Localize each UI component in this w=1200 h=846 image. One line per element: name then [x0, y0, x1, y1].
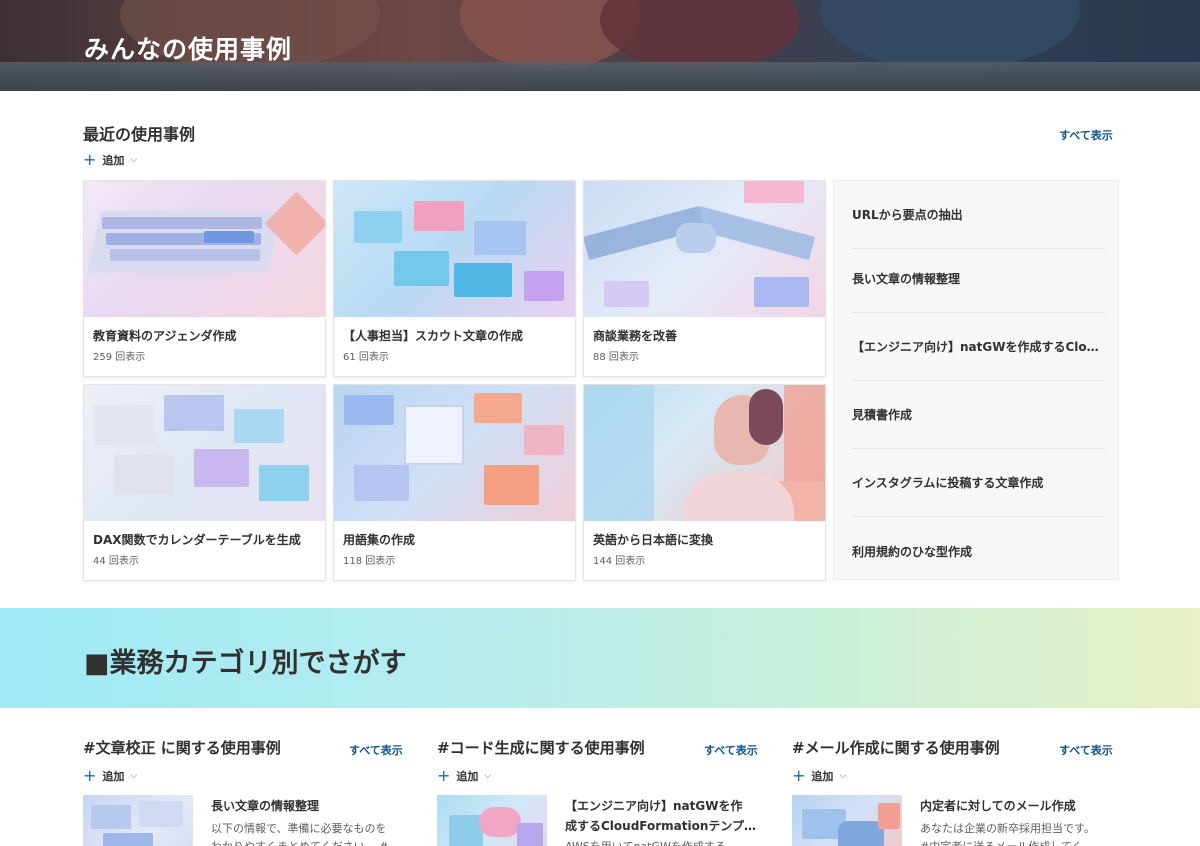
add-label: 追加 — [811, 770, 834, 783]
card-title: 用語集の作成 — [343, 533, 416, 547]
calendar-tiles-thumbnail — [84, 385, 325, 521]
chevron-down-icon: ⌵ — [130, 771, 138, 781]
glass-blocks-thumbnail — [334, 181, 575, 317]
recent-section-title: 最近の使用事例 — [83, 125, 196, 144]
card-views: 61 回表示 — [343, 352, 389, 363]
card-title: 教育資料のアジェンダ作成 — [93, 329, 237, 343]
usecase-thumbnail[interactable] — [437, 795, 547, 846]
category-title: #メール作成に関する使用事例 — [792, 739, 1000, 757]
category-add-button[interactable]: + 追加 ⌵ — [437, 768, 491, 784]
category-title: #文章校正 に関する使用事例 — [83, 739, 281, 757]
card-views: 144 回表示 — [593, 556, 646, 567]
usecase-title[interactable]: 長い文章の情報整理 — [211, 796, 411, 816]
add-label: 追加 — [102, 154, 125, 167]
usecase-title[interactable]: 内定者に対してのメール作成 — [920, 796, 1120, 816]
recent-see-all-link[interactable]: すべて表示 — [1059, 127, 1113, 143]
category-banner-title: ■業務カテゴリ別でさがす — [84, 648, 407, 679]
usecase-thumbnail[interactable] — [83, 795, 193, 846]
keyboard-thumbnail — [84, 181, 325, 317]
usecase-card[interactable]: 【人事担当】スカウト文章の作成 61 回表示 — [333, 180, 576, 377]
plus-icon: + — [83, 150, 97, 169]
category-add-button[interactable]: + 追加 ⌵ — [792, 768, 846, 784]
usecase-description: #内定者に送るメール作成してく — [920, 838, 1120, 846]
usecase-thumbnail[interactable] — [792, 795, 902, 846]
usecase-description: あなたは企業の新卒採用担当です。 — [920, 822, 1095, 835]
books-thumbnail — [334, 385, 575, 521]
card-views: 44 回表示 — [93, 556, 139, 567]
list-item[interactable]: 見積書作成 — [852, 381, 1105, 449]
card-views: 88 回表示 — [593, 352, 639, 363]
recent-list-panel: URLから要点の抽出 長い文章の情報整理 【エンジニア向け】natGWを作成する… — [833, 180, 1119, 580]
category-see-all-link[interactable]: すべて表示 — [704, 742, 758, 758]
page-title: みんなの使用事例 — [84, 35, 293, 64]
handshake-thumbnail — [584, 181, 825, 317]
category-title: #コード生成に関する使用事例 — [437, 739, 645, 757]
chevron-down-icon: ⌵ — [130, 155, 138, 165]
usecase-title[interactable]: 【エンジニア向け】natGWを作 成するCloudFormationテンプ… — [565, 796, 765, 836]
recent-add-button[interactable]: + 追加 ⌵ — [83, 152, 137, 168]
card-views: 118 回表示 — [343, 556, 396, 567]
usecase-description: 以下の情報で、準備に必要なものを — [211, 822, 387, 835]
usecase-card[interactable]: 商談業務を改善 88 回表示 — [583, 180, 826, 377]
add-label: 追加 — [456, 770, 479, 783]
list-item[interactable]: URLから要点の抽出 — [852, 181, 1105, 249]
usecase-description: AWSを用いてnatGWを作成する — [565, 838, 765, 846]
usecase-card[interactable]: 教育資料のアジェンダ作成 259 回表示 — [83, 180, 326, 377]
list-item[interactable]: 長い文章の情報整理 — [852, 245, 1105, 313]
list-item[interactable]: 利用規約のひな型作成 — [852, 517, 1105, 585]
card-title: 商談業務を改善 — [593, 329, 678, 343]
list-item[interactable]: インスタグラムに投稿する文章作成 — [852, 449, 1105, 517]
portrait-thumbnail — [584, 385, 825, 521]
add-label: 追加 — [102, 770, 125, 783]
plus-icon: + — [83, 766, 97, 785]
list-item[interactable]: 【エンジニア向け】natGWを作成するCloudFormationテンプレート — [852, 313, 1105, 381]
usecase-card[interactable]: DAX関数でカレンダーテーブルを生成 44 回表示 — [83, 384, 326, 581]
usecase-card[interactable]: 用語集の作成 118 回表示 — [333, 384, 576, 581]
usecase-card[interactable]: 英語から日本語に変換 144 回表示 — [583, 384, 826, 581]
chevron-down-icon: ⌵ — [484, 771, 492, 781]
category-see-all-link[interactable]: すべて表示 — [1059, 742, 1113, 758]
card-title: DAX関数でカレンダーテーブルを生成 — [93, 533, 301, 547]
chevron-down-icon: ⌵ — [839, 771, 847, 781]
category-see-all-link[interactable]: すべて表示 — [349, 742, 403, 758]
plus-icon: + — [792, 766, 806, 785]
plus-icon: + — [437, 766, 451, 785]
card-title: 【人事担当】スカウト文章の作成 — [343, 329, 524, 343]
usecase-description: わかりやすくまとめてください。 # — [211, 838, 411, 846]
card-title: 英語から日本語に変換 — [593, 533, 714, 547]
category-add-button[interactable]: + 追加 ⌵ — [83, 768, 137, 784]
card-views: 259 回表示 — [93, 352, 146, 363]
